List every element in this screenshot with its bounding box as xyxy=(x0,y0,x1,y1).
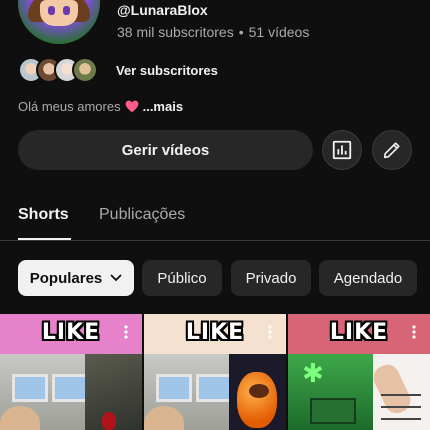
like-overlay-text: LIKE xyxy=(329,320,389,345)
thumbnail-image: ✱ xyxy=(288,354,430,430)
heart-icon xyxy=(125,100,139,113)
tabs-divider xyxy=(0,240,430,241)
video-count: 51 vídeos xyxy=(248,24,310,40)
manage-videos-button[interactable]: Gerir vídeos xyxy=(18,130,313,170)
like-overlay-text: LIKE xyxy=(41,320,101,345)
tab-posts[interactable]: Publicações xyxy=(99,206,185,224)
edit-channel-button[interactable] xyxy=(372,130,412,170)
subscriber-avatar xyxy=(72,57,98,83)
description-more[interactable]: ...mais xyxy=(143,99,183,114)
short-thumbnail[interactable]: LIKE xyxy=(144,314,286,430)
channel-description[interactable]: Olá meus amores ...mais xyxy=(18,99,183,114)
like-overlay-text: LIKE xyxy=(185,320,245,345)
filter-chip-public[interactable]: Público xyxy=(142,260,222,296)
pencil-icon xyxy=(383,142,400,159)
analytics-icon xyxy=(332,140,352,160)
filter-chip-private[interactable]: Privado xyxy=(231,260,311,296)
subscriber-count: 38 mil subscritores xyxy=(117,24,234,40)
tab-shorts[interactable]: Shorts xyxy=(18,206,69,224)
description-text: Olá meus amores xyxy=(18,99,121,114)
filter-chip-scheduled[interactable]: Agendado xyxy=(319,260,417,296)
more-options-icon[interactable] xyxy=(264,324,276,340)
short-thumbnail[interactable]: ✱ LIKE xyxy=(288,314,430,430)
channel-avatar[interactable] xyxy=(18,0,100,44)
see-subscribers-link[interactable]: Ver subscritores xyxy=(116,63,218,78)
chevron-down-icon xyxy=(110,274,122,282)
more-options-icon[interactable] xyxy=(120,324,132,340)
filter-chip-label: Populares xyxy=(29,269,103,287)
short-thumbnail[interactable]: LIKE xyxy=(0,314,142,430)
channel-handle: @LunaraBlox xyxy=(117,2,208,18)
subscriber-avatars[interactable] xyxy=(18,56,98,84)
thumbnail-image xyxy=(0,354,142,430)
filter-chip-popular[interactable]: Populares xyxy=(18,260,134,296)
analytics-button[interactable] xyxy=(322,130,362,170)
more-options-icon[interactable] xyxy=(408,324,420,340)
channel-stats: 38 mil subscritores • 51 vídeos xyxy=(117,24,309,40)
thumbnail-image xyxy=(144,354,286,430)
stats-separator: • xyxy=(238,24,244,40)
